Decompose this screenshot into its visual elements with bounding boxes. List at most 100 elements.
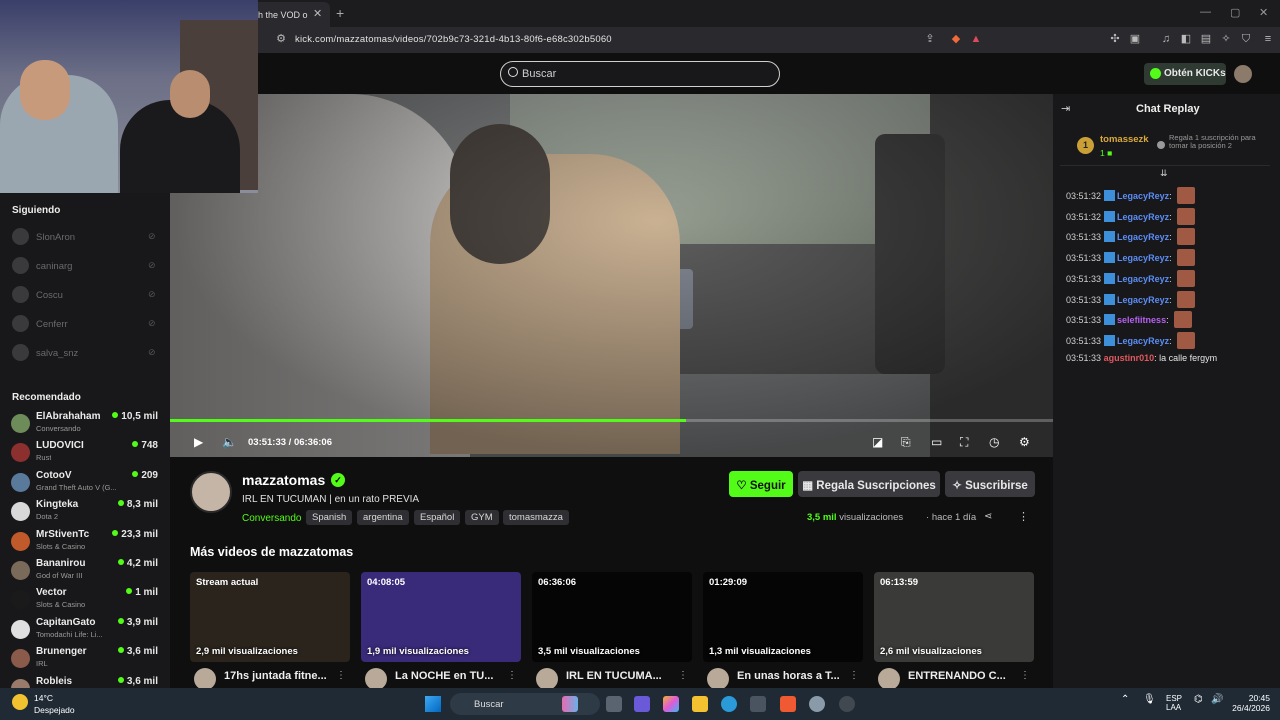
- recommended-item[interactable]: ElAbrahaham Conversando 10,5 mil: [11, 411, 161, 437]
- video-card[interactable]: 06:36:06 3,5 mil visualizaciones IRL EN TU…: [532, 572, 692, 690]
- video-thumbnail[interactable]: 01:29:09 1,3 mil visualizaciones: [703, 572, 863, 662]
- microphone-icon[interactable]: 🎙: [1143, 694, 1156, 705]
- task-view-icon[interactable]: [606, 696, 622, 712]
- recommended-item[interactable]: Brunenger IRL 3,6 mil: [11, 646, 161, 672]
- video-title[interactable]: La NOCHE en TU...: [395, 670, 493, 682]
- message-user[interactable]: LegacyReyz: [1117, 295, 1169, 305]
- subscribe-button[interactable]: ✧ Suscribirse: [945, 471, 1035, 497]
- tab-close-icon[interactable]: ✕: [313, 7, 322, 20]
- more-options-icon[interactable]: ⋮: [678, 670, 688, 681]
- recommended-item[interactable]: Bananirou God of War III 4,2 mil: [11, 558, 161, 584]
- clock[interactable]: 20:45 26/4/2026: [1230, 693, 1270, 713]
- recommended-item[interactable]: MrStivenTc Slots & Casino 23,3 mil: [11, 529, 161, 555]
- theater-mode-icon[interactable]: ▭: [931, 436, 942, 448]
- brave-rewards-icon[interactable]: ▲: [970, 33, 982, 45]
- play-icon[interactable]: ▶: [194, 436, 203, 448]
- channel-avatar[interactable]: [190, 471, 232, 513]
- tag-chip[interactable]: GYM: [465, 510, 499, 525]
- collapse-chat-icon[interactable]: ⇥: [1061, 102, 1070, 115]
- user-avatar[interactable]: [1234, 65, 1252, 83]
- minimize-icon[interactable]: —: [1200, 6, 1211, 18]
- message-user[interactable]: LegacyReyz: [1117, 232, 1169, 242]
- video-title[interactable]: IRL EN TUCUMA...: [566, 670, 662, 682]
- miniplayer-icon[interactable]: ◪: [872, 436, 883, 448]
- more-options-icon[interactable]: ⋮: [1018, 510, 1029, 523]
- tag-chip[interactable]: Español: [414, 510, 461, 525]
- more-options-icon[interactable]: ⋮: [1020, 670, 1030, 681]
- recommended-item[interactable]: CotooV Grand Theft Auto V (G... 209: [11, 470, 161, 496]
- speed-icon[interactable]: ◷: [989, 436, 999, 448]
- tag-chip[interactable]: Spanish: [306, 510, 353, 525]
- windows-start-icon[interactable]: [425, 696, 441, 712]
- clip-icon[interactable]: ⎘: [901, 436, 911, 448]
- menu-icon[interactable]: ≡: [1262, 33, 1274, 45]
- video-title[interactable]: En unas horas a T...: [737, 670, 840, 682]
- network-icon[interactable]: ⌬: [1194, 694, 1203, 705]
- video-title[interactable]: ENTRENANDO C...: [908, 670, 1006, 682]
- more-options-icon[interactable]: ⋮: [336, 670, 346, 681]
- category-link[interactable]: Conversando: [242, 513, 301, 524]
- video-card[interactable]: Stream actual 2,9 mil visualizaciones 17hs…: [190, 572, 350, 690]
- more-options-icon[interactable]: ⋮: [849, 670, 859, 681]
- maximize-icon[interactable]: ▢: [1230, 6, 1240, 19]
- brave-icon[interactable]: [780, 696, 796, 712]
- extensions-icon[interactable]: ✣: [1109, 33, 1121, 45]
- more-options-icon[interactable]: ⋮: [507, 670, 517, 681]
- message-user[interactable]: LegacyReyz: [1117, 212, 1169, 222]
- recommended-item[interactable]: Vector Slots & Casino 1 mil: [11, 587, 161, 613]
- wallet-icon[interactable]: ▤: [1200, 33, 1212, 45]
- leo-ai-icon[interactable]: ✧: [1220, 33, 1232, 45]
- screenshot-icon[interactable]: ▣: [1129, 33, 1141, 45]
- video-thumbnail[interactable]: Stream actual 2,9 mil visualizaciones: [190, 572, 350, 662]
- channel-name[interactable]: mazzatomas: [242, 472, 325, 488]
- edge-icon[interactable]: [721, 696, 737, 712]
- url-text[interactable]: kick.com/mazzatomas/videos/702b9c73-321d…: [295, 34, 612, 45]
- settings-icon[interactable]: ⚙: [1019, 436, 1030, 448]
- volume-icon[interactable]: 🔈: [222, 436, 237, 448]
- message-user[interactable]: LegacyReyz: [1117, 191, 1169, 201]
- new-tab-icon[interactable]: +: [336, 5, 344, 21]
- weather-icon[interactable]: [12, 694, 28, 710]
- close-window-icon[interactable]: ✕: [1259, 6, 1268, 19]
- video-thumbnail[interactable]: 06:13:59 2,6 mil visualizaciones: [874, 572, 1034, 662]
- copilot-icon[interactable]: [663, 696, 679, 712]
- gift-subs-button[interactable]: ▦ Regala Suscripciones: [798, 471, 940, 497]
- share-page-icon[interactable]: ⇪: [924, 33, 936, 45]
- settings-app-icon[interactable]: [809, 696, 825, 712]
- store-icon[interactable]: [750, 696, 766, 712]
- chat-scroll-icon[interactable]: ⇊: [1160, 168, 1168, 179]
- tray-overflow-icon[interactable]: ⌃: [1121, 694, 1129, 705]
- video-card[interactable]: 04:08:05 1,9 mil visualizaciones La NOCHE …: [361, 572, 521, 690]
- media-icon[interactable]: ♫: [1160, 33, 1172, 45]
- message-user[interactable]: LegacyReyz: [1117, 336, 1169, 346]
- brave-shields-icon[interactable]: ◆: [950, 33, 962, 45]
- misc-app-icon[interactable]: [839, 696, 855, 712]
- video-thumbnail[interactable]: 04:08:05 1,9 mil visualizaciones: [361, 572, 521, 662]
- recommended-item[interactable]: LUDOVICI Rust 748: [11, 440, 161, 466]
- vpn-icon[interactable]: ⛉: [1240, 33, 1252, 45]
- share-icon[interactable]: ⋖: [984, 511, 992, 522]
- video-card[interactable]: 01:29:09 1,3 mil visualizaciones En unas h…: [703, 572, 863, 690]
- fullscreen-icon[interactable]: ⛶: [960, 436, 968, 448]
- recommended-item[interactable]: CapitanGato Tomodachi Life: Li... 3,9 mil: [11, 617, 161, 643]
- message-user[interactable]: agustinr010: [1104, 353, 1155, 363]
- following-item[interactable]: salva_snz ⊘: [12, 344, 162, 362]
- message-user[interactable]: LegacyReyz: [1117, 253, 1169, 263]
- site-settings-icon[interactable]: ⚙: [275, 33, 287, 45]
- pinned-user[interactable]: tomassezk: [1100, 134, 1149, 145]
- volume-tray-icon[interactable]: 🔊: [1211, 694, 1223, 705]
- video-title[interactable]: 17hs juntada fitne...: [224, 670, 327, 682]
- video-card[interactable]: 06:13:59 2,6 mil visualizaciones ENTRENAND…: [874, 572, 1034, 690]
- following-item[interactable]: Coscu ⊘: [12, 286, 162, 304]
- teams-icon[interactable]: [634, 696, 650, 712]
- recommended-item[interactable]: Kingteka Dota 2 8,3 mil: [11, 499, 161, 525]
- follow-button[interactable]: ♡ Seguir: [729, 471, 793, 497]
- video-player[interactable]: [170, 94, 1053, 457]
- following-item[interactable]: caninarg ⊘: [12, 257, 162, 275]
- message-user[interactable]: LegacyReyz: [1117, 274, 1169, 284]
- file-explorer-icon[interactable]: [692, 696, 708, 712]
- following-item[interactable]: Cenferr ⊘: [12, 315, 162, 333]
- tag-chip[interactable]: tomasmazza: [503, 510, 569, 525]
- language-indicator[interactable]: ESP LAA: [1166, 694, 1182, 712]
- tag-chip[interactable]: argentina: [357, 510, 409, 525]
